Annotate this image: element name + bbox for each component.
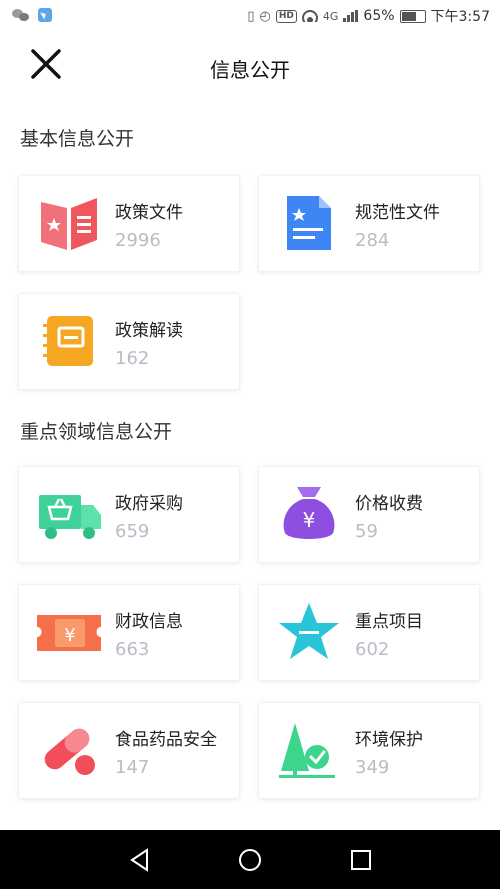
signal-icon [343,10,359,22]
shopping-truck-icon [35,483,103,545]
card-count: 2996 [115,230,161,251]
card-label: 财政信息 [115,612,183,632]
section-title-basic: 基本信息公开 [20,128,135,150]
card-label: 价格收费 [355,494,423,514]
pill-icon [35,719,103,781]
card-key-projects[interactable]: 重点项目 602 [258,584,480,681]
card-policy-interpretation[interactable]: 政策解读 162 [18,293,240,390]
card-count: 59 [355,521,378,542]
card-count: 147 [115,757,150,778]
card-label: 政府采购 [115,494,183,514]
status-time: 下午3:57 [430,9,490,25]
battery-percent: 65% [363,8,395,24]
home-circle-icon [239,849,261,871]
card-label: 政策文件 [115,203,183,223]
nav-home-button[interactable] [237,847,263,873]
card-count: 663 [115,639,150,660]
network-type-label: 4G [322,9,339,23]
hd-icon: HD [275,9,297,23]
nav-back-button[interactable] [127,847,153,873]
tree-check-icon [275,719,343,781]
card-food-drug-safety[interactable]: 食品药品安全 147 [18,702,240,799]
nav-recents-button[interactable] [348,847,374,873]
card-count: 602 [355,639,390,660]
card-normative-documents[interactable]: 规范性文件 284 [258,175,480,272]
ticket-yuan-icon: ¥ [35,601,103,663]
card-price-fees[interactable]: ¥ 价格收费 59 [258,466,480,563]
svg-text:¥: ¥ [64,625,75,646]
message-notification-icon [38,8,52,22]
card-government-procurement[interactable]: 政府采购 659 [18,466,240,563]
status-bar: ▯ ◴ HD 4G 65% 下午3:57 [0,0,500,34]
card-count: 284 [355,230,390,251]
card-count: 659 [115,521,150,542]
section-title-key-areas: 重点领域信息公开 [20,421,173,443]
star-icon [275,601,343,663]
card-environmental-protection[interactable]: 环境保护 349 [258,702,480,799]
card-label: 重点项目 [355,612,423,632]
wifi-icon [301,10,318,22]
battery-icon [399,9,426,23]
svg-text:¥: ¥ [303,508,316,532]
vibrate-icon: ▯ [247,8,255,24]
back-triangle-icon [130,848,148,872]
card-label: 政策解读 [115,321,183,341]
wechat-notification-icon [12,8,30,22]
document-star-icon [275,192,343,254]
system-navigation-bar [0,830,500,889]
page-title: 信息公开 [210,58,290,82]
card-label: 环境保护 [355,730,423,750]
card-label: 规范性文件 [355,203,440,223]
money-bag-icon: ¥ [275,483,343,545]
card-label: 食品药品安全 [115,730,217,750]
card-fiscal-information[interactable]: ¥ 财政信息 663 [18,584,240,681]
notebook-icon [35,310,103,372]
policy-book-icon [35,192,103,254]
card-policy-files[interactable]: 政策文件 2996 [18,175,240,272]
card-count: 162 [115,348,150,369]
app-header: 信息公开 [0,34,500,98]
recents-square-icon [351,850,371,870]
card-count: 349 [355,757,390,778]
alarm-icon: ◴ [259,8,271,24]
